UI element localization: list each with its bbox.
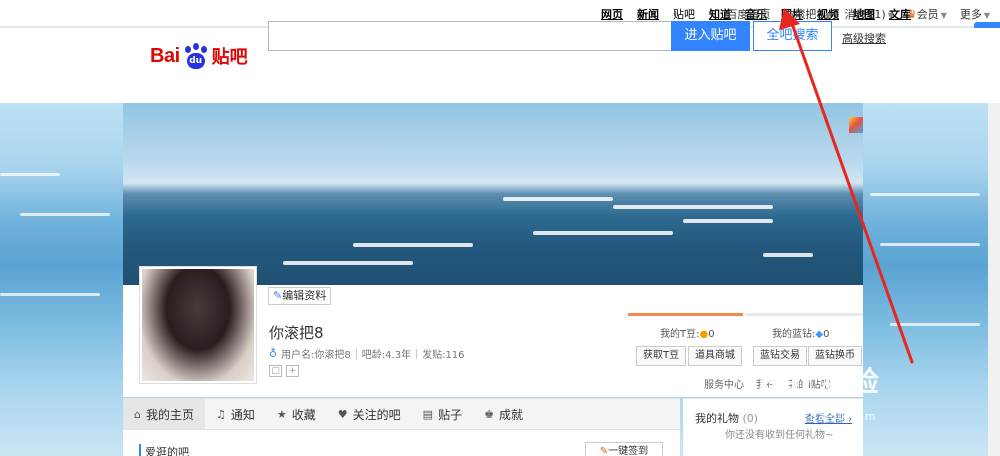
gift-count: (0) (742, 412, 759, 425)
banner-wave (683, 219, 773, 223)
skin-change-icon[interactable] (849, 117, 863, 133)
gift-panel: 我的礼物 (0) 查看全部 › 你还没有收到任何礼物~ (683, 398, 863, 456)
get-tbean-button[interactable]: 获取T豆 (636, 346, 687, 366)
tbean-label: 我的T豆: (660, 329, 700, 340)
document-icon: ▤ (422, 408, 434, 421)
account-age: 吧龄:4.3年 (361, 350, 412, 361)
background-wave (890, 323, 980, 326)
profile-badges: ▢ + (269, 365, 303, 377)
add-badge-icon[interactable]: + (286, 365, 299, 377)
enter-tieba-button[interactable]: 进入贴吧 (671, 21, 750, 51)
item-shop-button[interactable]: 道具商城 (688, 346, 742, 366)
logo-bai-text: Bai (150, 44, 180, 67)
search-all-button[interactable]: 全吧搜索 (753, 21, 832, 51)
user-menu: 百度首页 你滚把8 ▼ 消息 (1) ▼ ♛会员 ▼ 更多 ▼ (713, 6, 990, 22)
nav-link-news[interactable]: 新闻 (637, 6, 659, 22)
watermark-url: jingyan.baidu.com (758, 410, 877, 423)
medal-icon: ♁ (269, 347, 278, 360)
profile-info: ♁ 用户名:你滚把8 吧龄:4.3年 发贴:116 (269, 346, 465, 361)
banner-wave (533, 231, 673, 235)
baidu-tieba-logo[interactable]: Bai du 贴吧 (150, 43, 248, 69)
background-wave (0, 173, 60, 176)
tab-notifications[interactable]: ♫ 通知 (205, 399, 266, 430)
user-id: 用户名:你滚把8 (281, 350, 351, 361)
diamond-label: 我的蓝钻: (772, 329, 816, 340)
tab-favorites[interactable]: ★ 收藏 (266, 399, 327, 430)
advanced-search-link[interactable]: 高级搜索 (842, 30, 886, 46)
vip-crown-icon: ♛ (906, 8, 917, 21)
chevron-down-icon: ▼ (940, 11, 947, 20)
profile-username: 你滚把8 (269, 324, 324, 342)
avatar-frame[interactable] (139, 266, 257, 384)
post-count: 发贴:116 (422, 350, 465, 361)
nav-link-web[interactable]: 网页 (601, 6, 623, 22)
star-icon: ★ (276, 408, 287, 421)
search-input[interactable] (269, 22, 671, 50)
background-wave (870, 193, 980, 196)
trophy-icon: ♚ (484, 408, 494, 421)
tbean-panel: 我的T豆:●0 获取T豆 道具商城 (628, 313, 743, 383)
diamond-icon: ◆ (815, 329, 824, 340)
chevron-down-icon: ▼ (887, 11, 894, 20)
search-box[interactable] (268, 21, 671, 51)
tab-my-home[interactable]: ⌂ 我的主页 (123, 399, 205, 430)
chevron-down-icon: ▼ (983, 11, 990, 20)
nav-link-tieba[interactable]: 贴吧 (673, 6, 695, 22)
one-click-sign-button[interactable]: ✎一键签到 (585, 442, 663, 456)
tbean-value: 0 (708, 329, 715, 340)
logo-tieba-text: 贴吧 (211, 47, 248, 68)
profile-banner-image (123, 103, 863, 285)
tab-followed-bars[interactable]: ♥ 关注的吧 (327, 399, 412, 430)
banner-wave (763, 253, 813, 257)
tbean-coin-icon: ● (699, 329, 709, 340)
banner-wave (283, 261, 413, 265)
edit-profile-button[interactable]: ✎编辑资料 (268, 287, 332, 305)
banner-wave (503, 197, 613, 201)
service-center-link[interactable]: 服务中心 (704, 376, 744, 391)
baidu-home-link[interactable]: 百度首页 (726, 6, 770, 22)
vip-label: 会员 (916, 8, 939, 21)
banner-wave (613, 205, 773, 209)
home-icon: ⌂ (134, 408, 141, 421)
user-menu-dropdown[interactable]: 你滚把8 ▼ (783, 6, 831, 22)
tab-achievements[interactable]: ♚ 成就 (473, 399, 534, 430)
badge-slot-icon[interactable]: ▢ (269, 365, 282, 377)
diamond-value: 0 (823, 329, 830, 340)
messages-dropdown[interactable]: 消息 (1) ▼ (845, 6, 894, 22)
username-label: 你滚把8 (783, 8, 824, 21)
messages-label: 消息 (1) (844, 8, 886, 21)
more-dropdown[interactable]: 更多 ▼ (960, 6, 990, 22)
baidu-jingyan-watermark: Bai 经验 (758, 365, 880, 398)
logo-du-text: du (186, 53, 205, 69)
page-scrollbar[interactable] (988, 46, 1000, 456)
no-gifts-text: 你还没有收到任何礼物~ (725, 430, 834, 441)
pencil-icon: ✎ (599, 446, 609, 456)
favorite-bars-title: 爱逛的吧 (139, 444, 189, 456)
avatar (142, 269, 254, 381)
banner-wave (353, 243, 473, 247)
edit-profile-label: 编辑资料 (282, 289, 327, 302)
gift-label: 我的礼物 (695, 412, 739, 425)
baidu-paw-icon: du (181, 43, 211, 69)
pencil-icon: ✎ (273, 289, 283, 302)
bell-icon: ♫ (216, 408, 226, 421)
more-label: 更多 (959, 8, 982, 21)
background-wave (0, 293, 100, 296)
profile-tabs: ⌂ 我的主页 ♫ 通知 ★ 收藏 ♥ 关注的吧 ▤ 贴子 ♚ 成就 (123, 398, 680, 430)
chevron-down-icon: ▼ (825, 11, 832, 20)
tab-posts[interactable]: ▤ 贴子 (412, 399, 473, 430)
vip-dropdown[interactable]: ♛会员 ▼ (907, 6, 947, 22)
heart-icon: ♥ (337, 408, 348, 421)
background-wave (880, 243, 980, 246)
background-wave (20, 213, 110, 216)
